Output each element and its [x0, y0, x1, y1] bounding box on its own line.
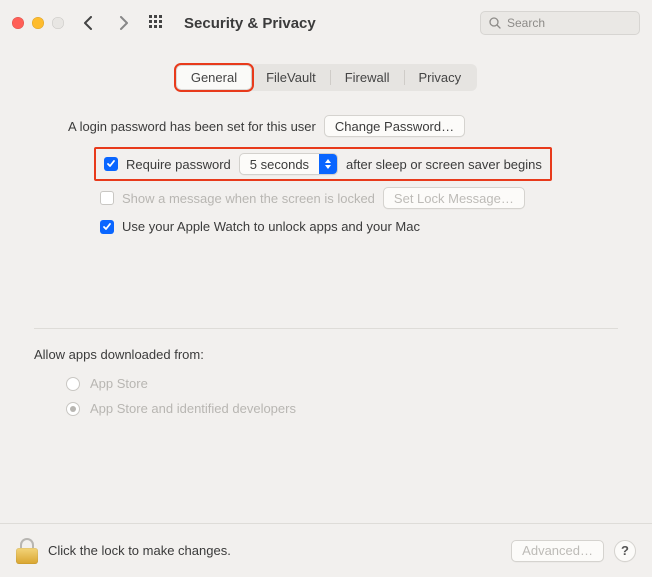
radio-identified-developers: App Store and identified developers — [66, 401, 618, 416]
window-title: Security & Privacy — [184, 15, 316, 32]
divider — [34, 328, 618, 329]
tab-bar: General FileVault Firewall Privacy — [175, 64, 477, 91]
require-password-highlight: Require password 5 seconds after sleep o… — [94, 147, 552, 181]
radio-app-store: App Store — [66, 376, 618, 391]
back-button[interactable] — [76, 10, 102, 36]
apple-watch-unlock-checkbox[interactable] — [100, 220, 114, 234]
radio-icon — [66, 377, 80, 391]
require-password-pre: Require password — [126, 157, 231, 172]
search-field[interactable]: Search — [480, 11, 640, 35]
show-all-prefs-icon[interactable] — [144, 10, 170, 36]
close-window[interactable] — [12, 17, 24, 29]
tab-filevault[interactable]: FileVault — [252, 66, 330, 89]
login-password-text: A login password has been set for this u… — [68, 119, 316, 134]
stepper-icon — [319, 154, 337, 174]
radio-icon — [66, 402, 80, 416]
require-password-checkbox[interactable] — [104, 157, 118, 171]
change-password-button[interactable]: Change Password… — [324, 115, 465, 137]
require-password-post: after sleep or screen saver begins — [346, 157, 542, 172]
tab-firewall[interactable]: Firewall — [331, 66, 404, 89]
lock-icon[interactable] — [16, 538, 38, 564]
footer: Click the lock to make changes. Advanced… — [0, 523, 652, 577]
lock-hint-text: Click the lock to make changes. — [48, 543, 231, 558]
advanced-button[interactable]: Advanced… — [511, 540, 604, 562]
search-icon — [489, 17, 501, 29]
apple-watch-unlock-label: Use your Apple Watch to unlock apps and … — [122, 219, 420, 234]
window-controls — [12, 17, 64, 29]
search-placeholder: Search — [507, 16, 545, 30]
show-lock-message-checkbox — [100, 191, 114, 205]
help-button[interactable]: ? — [614, 540, 636, 562]
zoom-window[interactable] — [52, 17, 64, 29]
allow-downloads-title: Allow apps downloaded from: — [34, 347, 618, 362]
minimize-window[interactable] — [32, 17, 44, 29]
forward-button[interactable] — [110, 10, 136, 36]
titlebar: Security & Privacy Search — [0, 0, 652, 46]
tab-privacy[interactable]: Privacy — [405, 66, 476, 89]
require-password-delay-select[interactable]: 5 seconds — [239, 153, 338, 175]
set-lock-message-button: Set Lock Message… — [383, 187, 525, 209]
general-pane: A login password has been set for this u… — [0, 91, 652, 416]
show-lock-message-label: Show a message when the screen is locked — [122, 191, 375, 206]
tab-general[interactable]: General — [177, 66, 251, 89]
